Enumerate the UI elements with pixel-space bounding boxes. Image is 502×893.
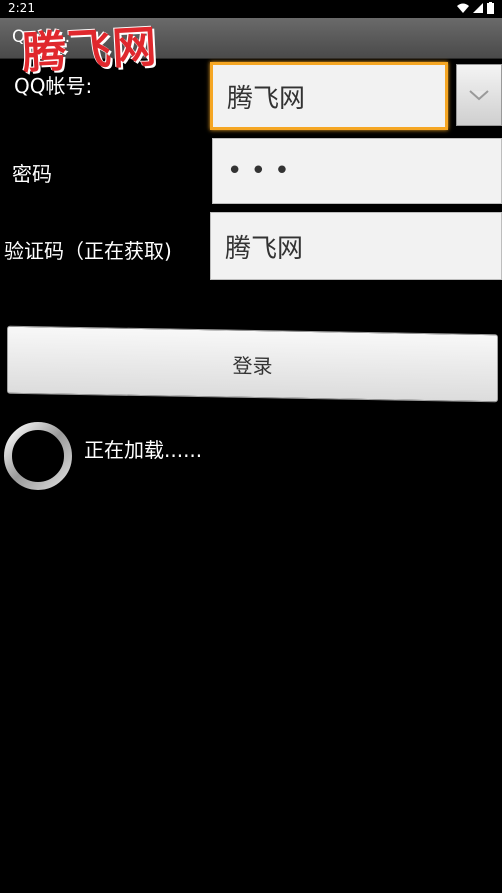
password-value: • • •	[227, 156, 290, 186]
watermark-logo: 腾飞网	[20, 21, 159, 80]
app-screen: 2:21 Q … … 腾飞网 QQ帐号: 腾飞网 密码 • • • 验证码（正在…	[0, 0, 502, 893]
captcha-value: 腾飞网	[225, 233, 304, 264]
signal-icon	[473, 3, 483, 13]
loading-spinner-icon	[4, 422, 72, 490]
wifi-icon	[457, 3, 469, 13]
password-label: 密码	[12, 162, 52, 186]
battery-icon	[487, 2, 494, 14]
qq-account-input[interactable]: 腾飞网	[210, 62, 448, 130]
status-time: 2:21	[8, 1, 35, 15]
password-input[interactable]: • • •	[212, 138, 502, 204]
captcha-input[interactable]: 腾飞网	[210, 212, 502, 280]
status-icons	[457, 2, 494, 14]
chevron-down-icon	[469, 90, 489, 101]
login-button-label: 登录	[232, 353, 273, 378]
login-button[interactable]: 登录	[7, 325, 498, 403]
captcha-label: 验证码（正在获取)	[4, 239, 172, 263]
account-dropdown-button[interactable]	[456, 64, 502, 126]
loading-text: 正在加载......	[84, 438, 203, 462]
qq-account-value: 腾飞网	[227, 83, 306, 114]
